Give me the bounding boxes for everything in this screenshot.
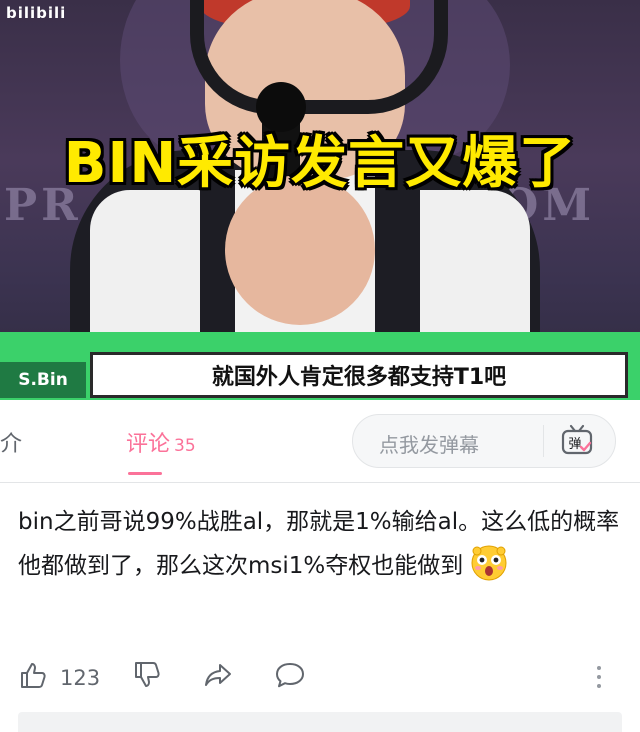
video-headline: BIN采访发言又爆了 [63,131,577,196]
comments-count: 35 [174,436,196,456]
more-vertical-icon[interactable] [592,662,606,692]
caption-text: 就国外人肯定很多都支持T1吧 [211,365,507,390]
tab-intro[interactable]: 介 [0,426,22,458]
thumbs-up-icon[interactable] [18,660,48,690]
share-icon[interactable] [202,660,234,690]
divider [0,482,640,483]
reply-icon[interactable] [274,660,306,690]
tab-bar: 介 评论 35 点我发弹幕 弹 [0,400,640,482]
comment-actions: 123 [0,650,640,702]
danmaku-toggle-icon[interactable]: 弹 [559,423,595,459]
divider [543,425,544,457]
caption-box: 就国外人肯定很多都支持T1吧 [90,352,628,398]
active-tab-indicator [128,472,162,475]
like-count: 123 [60,666,101,690]
video-player[interactable]: PR OM bilibili BIN采访发言又爆了 S.Bin 就国外人肯定很多… [0,0,640,400]
danmaku-placeholder: 点我发弹幕 [379,433,479,457]
comment-text: bin之前哥说99%战胜al，那就是1%输给al。这么低的概率他都做到了，那么这… [18,509,620,579]
danmaku-input[interactable]: 点我发弹幕 弹 [352,414,616,468]
name-tag: S.Bin [0,362,86,398]
tab-comments-label: 评论 [126,432,171,457]
next-comment-preview [18,712,622,732]
comment-item: bin之前哥说99%战胜al，那就是1%输给al。这么低的概率他都做到了，那么这… [18,500,630,588]
astonished-face-emoji [471,545,507,580]
tab-comments[interactable]: 评论 35 [126,426,196,458]
bilibili-logo: bilibili [6,4,67,22]
danmaku-icon-label: 弹 [568,437,581,452]
thumbs-down-icon[interactable] [132,660,162,690]
headset [190,0,448,114]
